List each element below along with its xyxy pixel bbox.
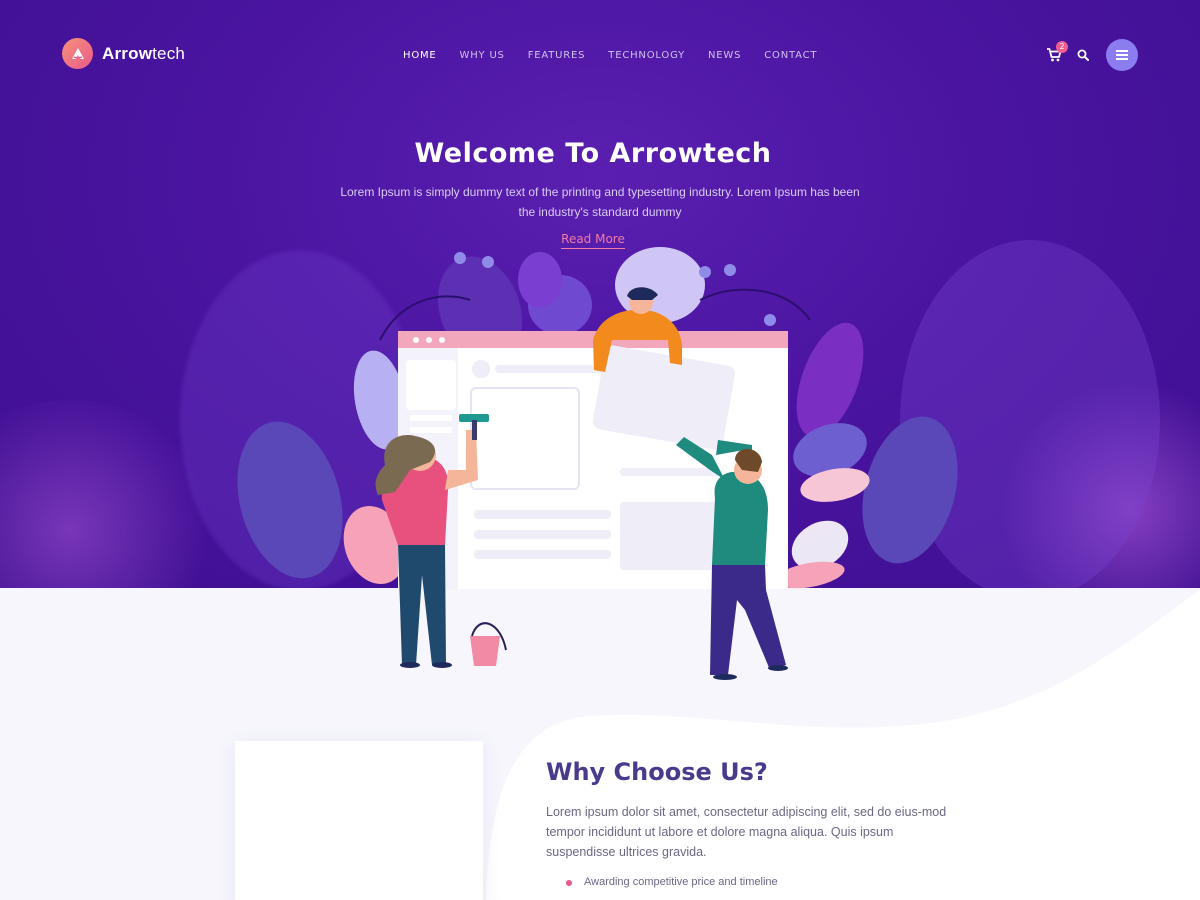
hero-blob-left bbox=[180, 250, 420, 588]
main-menu: HOME WHY US FEATURES TECHNOLOGY NEWS CON… bbox=[403, 50, 840, 61]
nav-contact[interactable]: CONTACT bbox=[764, 50, 817, 61]
bucket bbox=[470, 622, 507, 666]
top-nav: Arrowtech HOME WHY US FEATURES TECHNOLOG… bbox=[0, 0, 1200, 110]
nav-technology[interactable]: TECHNOLOGY bbox=[608, 50, 685, 61]
search-icon[interactable] bbox=[1077, 49, 1089, 61]
read-more-link[interactable]: Read More bbox=[561, 232, 625, 249]
brand-name: Arrowtech bbox=[102, 43, 186, 63]
read-more-link-wrapper: Read More bbox=[0, 232, 1186, 249]
why-point: Awarding competitive price and timeline bbox=[566, 876, 778, 888]
nav-features[interactable]: FEATURES bbox=[528, 50, 586, 61]
hero-subtitle: Lorem Ipsum is simply dummy text of the … bbox=[340, 185, 860, 219]
nav-home[interactable]: HOME bbox=[403, 50, 437, 61]
cart-count-badge: 2 bbox=[1056, 41, 1068, 53]
bullet-dot-icon bbox=[566, 880, 572, 886]
why-description: Lorem ipsum dolor sit amet, consectetur … bbox=[546, 805, 947, 859]
hero-blob-right bbox=[900, 240, 1160, 588]
why-points-list: Awarding competitive price and timeline bbox=[566, 876, 778, 888]
nav-news[interactable]: NEWS bbox=[708, 50, 741, 61]
menu-toggle-button[interactable] bbox=[1106, 39, 1138, 71]
why-point-label: Awarding competitive price and timeline bbox=[584, 876, 778, 888]
hamburger-icon bbox=[1116, 50, 1128, 60]
why-illustration-card bbox=[235, 741, 483, 900]
why-title: Why Choose Us? bbox=[546, 758, 768, 786]
nav-why-us[interactable]: WHY US bbox=[460, 50, 505, 61]
logo-icon bbox=[62, 38, 93, 69]
brand-logo[interactable]: Arrowtech bbox=[62, 38, 185, 69]
hero-title: Welcome To Arrowtech bbox=[414, 138, 772, 169]
